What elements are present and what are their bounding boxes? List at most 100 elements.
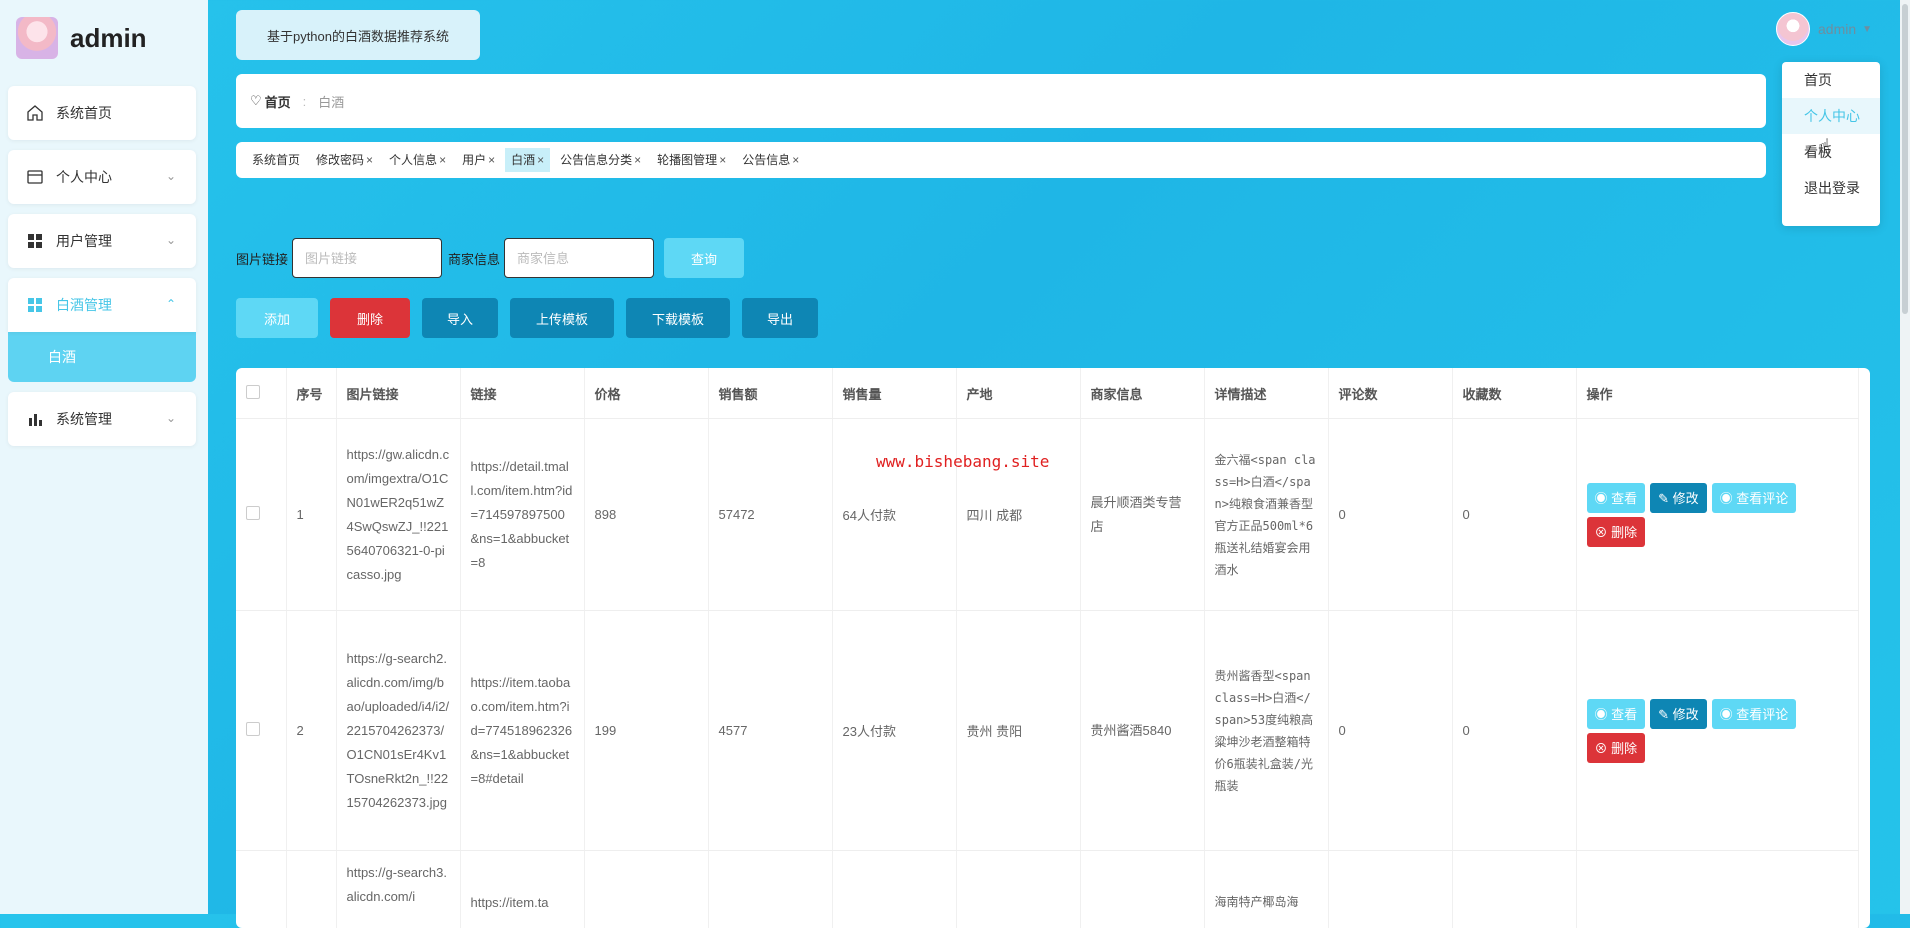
view-button[interactable]: ◉ 查看 — [1587, 483, 1646, 513]
sidebar-item-label: 系统管理 — [56, 409, 112, 429]
tab-carousel-management[interactable]: 轮播图管理× — [651, 148, 732, 172]
column-header: 价格 — [584, 368, 708, 419]
sidebar-item-label: 用户管理 — [56, 231, 112, 251]
cell-link: https://item.ta — [460, 851, 584, 928]
dropdown-item-dashboard[interactable]: 看板 — [1782, 134, 1880, 170]
close-icon[interactable]: × — [792, 153, 799, 167]
cell-origin: 四川 成都 — [956, 419, 1080, 611]
eye-icon: ◉ — [1720, 491, 1737, 506]
tab-label: 白酒 — [511, 153, 535, 167]
sidebar-subitem-liquor[interactable]: 白酒 — [8, 332, 196, 382]
select-all-cell[interactable] — [236, 368, 286, 419]
system-title: 基于python的白酒数据推荐系统 — [236, 10, 480, 60]
edit-button[interactable]: ✎ 修改 — [1650, 699, 1707, 729]
close-icon[interactable]: × — [439, 153, 446, 167]
chevron-down-icon: ⌄ — [166, 169, 176, 183]
cell-sales-volume — [832, 851, 956, 928]
tab-personal-info[interactable]: 个人信息× — [383, 148, 452, 172]
merchant-label: 商家信息 — [448, 249, 500, 268]
batch-delete-button[interactable]: 删除 — [330, 298, 410, 338]
table-row: 2 https://g-search2.alicdn.com/img/bao/u… — [236, 611, 1858, 851]
close-icon[interactable]: × — [366, 153, 373, 167]
grid-icon — [26, 232, 44, 250]
dropdown-item-personal-center[interactable]: 个人中心 — [1782, 98, 1880, 134]
tab-label: 公告信息分类 — [560, 153, 632, 167]
cell-description: 金六福<span class=H>白酒</span>纯粮食酒兼香型官方正品500… — [1204, 419, 1328, 611]
sidebar-item-user-management[interactable]: 用户管理 ⌄ — [8, 214, 196, 268]
cell-favorites — [1452, 851, 1576, 928]
cell-operations — [1576, 851, 1858, 928]
tab-change-password[interactable]: 修改密码× — [310, 148, 379, 172]
select-all-checkbox[interactable] — [246, 385, 260, 399]
sidebar-item-liquor-management[interactable]: 白酒管理 ⌃ — [8, 278, 196, 332]
image-link-input[interactable] — [292, 238, 442, 278]
view-comments-button[interactable]: ◉ 查看评论 — [1712, 483, 1797, 513]
cell-sales-volume: 64人付款 — [832, 419, 956, 611]
column-header: 收藏数 — [1452, 368, 1576, 419]
edit-button-label: 修改 — [1673, 491, 1699, 506]
upload-template-button[interactable]: 上传模板 — [510, 298, 614, 338]
close-circle-icon: ⊗ — [1595, 741, 1612, 756]
close-icon[interactable]: × — [537, 153, 544, 167]
breadcrumb-current: 白酒 — [318, 92, 344, 111]
scrollbar-thumb[interactable] — [1902, 4, 1908, 314]
cell-merchant — [1080, 851, 1204, 928]
row-select-cell[interactable] — [236, 419, 286, 611]
tab-home[interactable]: 系统首页 — [246, 148, 306, 172]
sidebar-item-home[interactable]: 系统首页 — [8, 86, 196, 140]
user-menu-trigger[interactable]: admin ▼ — [1776, 12, 1872, 46]
delete-button[interactable]: ⊗ 删除 — [1587, 733, 1646, 763]
column-header: 序号 — [286, 368, 336, 419]
row-select-cell[interactable] — [236, 851, 286, 928]
edit-button-label: 修改 — [1673, 707, 1699, 722]
breadcrumb-home-label: 首页 — [265, 92, 291, 111]
breadcrumb-home[interactable]: ♡ 首页 — [250, 92, 291, 111]
action-toolbar: 添加 删除 导入 上传模板 下载模板 导出 — [236, 298, 830, 338]
import-button[interactable]: 导入 — [422, 298, 498, 338]
add-button[interactable]: 添加 — [236, 298, 318, 338]
column-header: 图片链接 — [336, 368, 460, 419]
page-scrollbar[interactable] — [1900, 0, 1910, 914]
delete-button[interactable]: ⊗ 删除 — [1587, 517, 1646, 547]
sidebar-item-personal-center[interactable]: 个人中心 ⌄ — [8, 150, 196, 204]
user-name[interactable]: admin — [1818, 21, 1856, 37]
caret-down-icon[interactable]: ▼ — [1862, 24, 1872, 35]
avatar[interactable] — [1776, 12, 1810, 46]
dropdown-item-home[interactable]: 首页 — [1782, 62, 1880, 98]
dropdown-item-logout[interactable]: 退出登录 — [1782, 170, 1880, 206]
query-button[interactable]: 查询 — [664, 238, 744, 278]
row-select-cell[interactable] — [236, 611, 286, 851]
cell-image-link: https://g-search3.alicdn.com/i — [336, 851, 460, 928]
edit-button[interactable]: ✎ 修改 — [1650, 483, 1707, 513]
delete-button-label: 删除 — [1611, 741, 1637, 756]
tab-label: 个人信息 — [389, 153, 437, 167]
table-row: https://g-search3.alicdn.com/i https://i… — [236, 851, 1858, 928]
brand: admin — [16, 16, 147, 60]
sidebar-item-system-management[interactable]: 系统管理 ⌄ — [8, 392, 196, 446]
cell-image-link: https://g-search2.alicdn.com/img/bao/upl… — [336, 611, 460, 851]
tab-label: 用户 — [462, 153, 486, 167]
export-button[interactable]: 导出 — [742, 298, 818, 338]
row-checkbox[interactable] — [246, 506, 260, 520]
tab-label: 轮播图管理 — [657, 153, 717, 167]
cell-favorites: 0 — [1452, 611, 1576, 851]
close-icon[interactable]: × — [719, 153, 726, 167]
tab-user[interactable]: 用户× — [456, 148, 501, 172]
view-comments-button[interactable]: ◉ 查看评论 — [1712, 699, 1797, 729]
merchant-input[interactable] — [504, 238, 654, 278]
tab-notice-info[interactable]: 公告信息× — [736, 148, 805, 172]
download-template-button[interactable]: 下载模板 — [626, 298, 730, 338]
cell-description: 贵州酱香型<span class=H>白酒</span>53度纯粮高粱坤沙老酒整… — [1204, 611, 1328, 851]
view-comments-label: 查看评论 — [1736, 491, 1788, 506]
cell-index: 1 — [286, 419, 336, 611]
tab-liquor[interactable]: 白酒× — [505, 148, 550, 172]
close-icon[interactable]: × — [488, 153, 495, 167]
view-button-label: 查看 — [1611, 491, 1637, 506]
chevron-up-icon: ⌃ — [166, 297, 176, 311]
sidebar-item-label: 系统首页 — [56, 103, 112, 123]
row-checkbox[interactable] — [246, 722, 260, 736]
cell-comments — [1328, 851, 1452, 928]
close-icon[interactable]: × — [634, 153, 641, 167]
tab-notice-category[interactable]: 公告信息分类× — [554, 148, 647, 172]
view-button[interactable]: ◉ 查看 — [1587, 699, 1646, 729]
